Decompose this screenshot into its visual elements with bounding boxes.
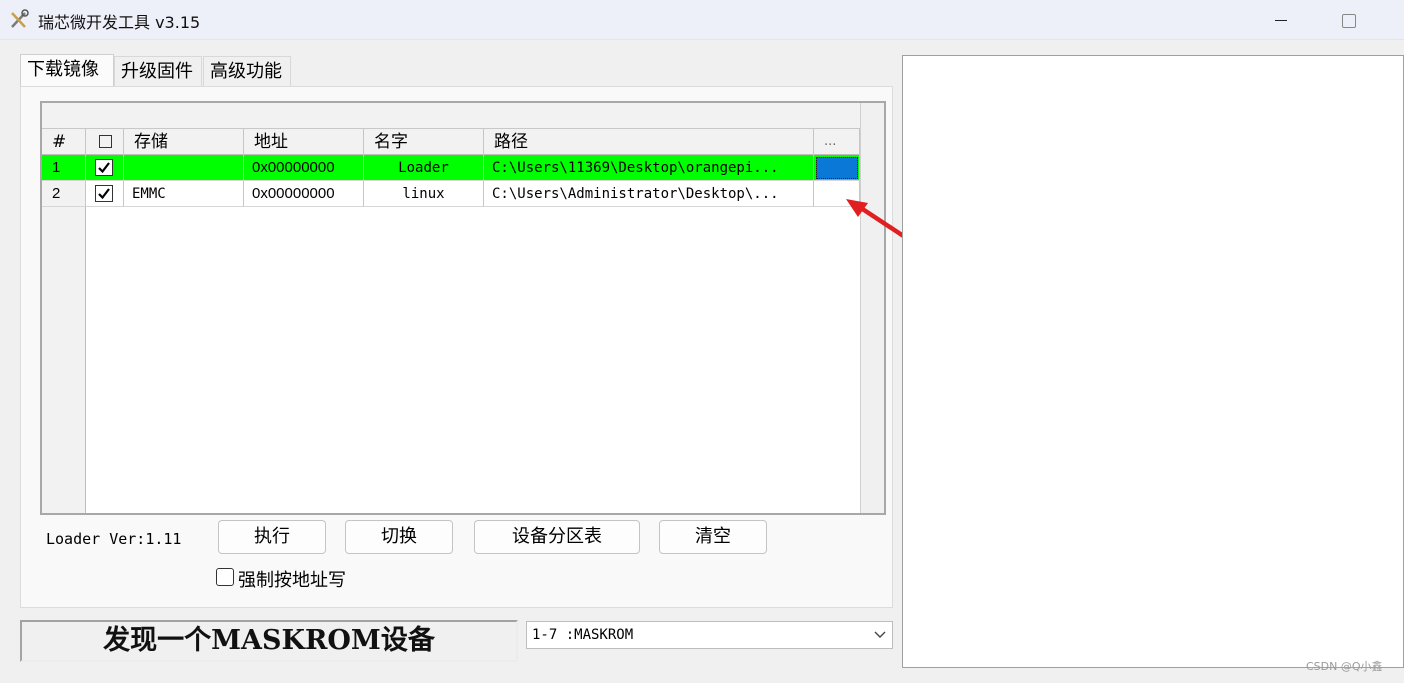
execute-button[interactable]: 执行: [218, 520, 326, 554]
table-header: # 存储 地址 名字 路径 ...: [42, 129, 860, 155]
row-address[interactable]: 0x00000000: [244, 181, 364, 207]
maximize-button[interactable]: [1336, 8, 1360, 32]
row-number-column: [42, 155, 86, 513]
title-bar: 瑞芯微开发工具 v3.15: [0, 0, 1404, 40]
header-storage: 存储: [124, 129, 244, 155]
table-row[interactable]: 1 0x00000000 Loader C:\Users\11369\Deskt…: [42, 155, 860, 181]
chevron-down-icon: [874, 631, 886, 638]
row-storage: EMMC: [124, 181, 244, 207]
loader-version: Loader Ver:1.11: [46, 530, 182, 548]
header-name: 名字: [364, 129, 484, 155]
row-address[interactable]: 0x00000000: [244, 155, 364, 181]
image-table: # 存储 地址 名字 路径 ... 1 0x00000000 Loader C:…: [40, 101, 886, 515]
log-output[interactable]: [902, 55, 1404, 668]
row-name[interactable]: Loader: [364, 155, 484, 181]
header-more: ...: [814, 129, 860, 155]
tools-icon: [11, 9, 29, 28]
device-select[interactable]: 1-7 :MASKROM: [526, 621, 893, 649]
force-address-write-label[interactable]: 强制按地址写: [238, 566, 346, 592]
row-num: 2: [42, 181, 86, 207]
header-check-all[interactable]: [86, 129, 124, 155]
row-checkbox-cell[interactable]: [86, 155, 124, 181]
device-status: 发现一个MASKROM设备: [20, 620, 518, 662]
switch-button[interactable]: 切换: [345, 520, 453, 554]
row-checkbox[interactable]: [95, 185, 113, 202]
table-row[interactable]: 2 EMMC 0x00000000 linux C:\Users\Adminis…: [42, 181, 860, 207]
force-address-write-checkbox[interactable]: [216, 568, 234, 586]
vertical-scroll-area[interactable]: [860, 103, 884, 513]
check-icon: [98, 162, 110, 174]
row-checkbox[interactable]: [95, 159, 113, 176]
row-browse-cell[interactable]: [814, 155, 860, 181]
header-address: 地址: [244, 129, 364, 155]
tab-upgrade-firmware[interactable]: 升级固件: [114, 56, 202, 86]
row-checkbox-cell[interactable]: [86, 181, 124, 207]
select-all-checkbox[interactable]: [99, 135, 112, 148]
row-num: 1: [42, 155, 86, 181]
tab-advanced[interactable]: 高级功能: [203, 56, 291, 86]
minimize-button[interactable]: [1270, 8, 1294, 32]
window-title: 瑞芯微开发工具 v3.15: [38, 13, 201, 32]
row-path[interactable]: C:\Users\11369\Desktop\orangepi...: [484, 155, 814, 181]
table-top-strip: [42, 103, 860, 129]
watermark: CSDN @Q小鑫: [1306, 660, 1383, 673]
row-name[interactable]: linux: [364, 181, 484, 207]
row-path[interactable]: C:\Users\Administrator\Desktop\...: [484, 181, 814, 207]
header-path: 路径: [484, 129, 814, 155]
header-num: #: [42, 129, 86, 155]
device-select-value: 1-7 :MASKROM: [532, 627, 634, 643]
clear-button[interactable]: 清空: [659, 520, 767, 554]
check-icon: [98, 188, 110, 200]
browse-path-button[interactable]: [816, 157, 858, 179]
tab-download-image[interactable]: 下载镜像: [20, 54, 114, 86]
partition-table-button[interactable]: 设备分区表: [474, 520, 640, 554]
row-storage: [124, 155, 244, 181]
